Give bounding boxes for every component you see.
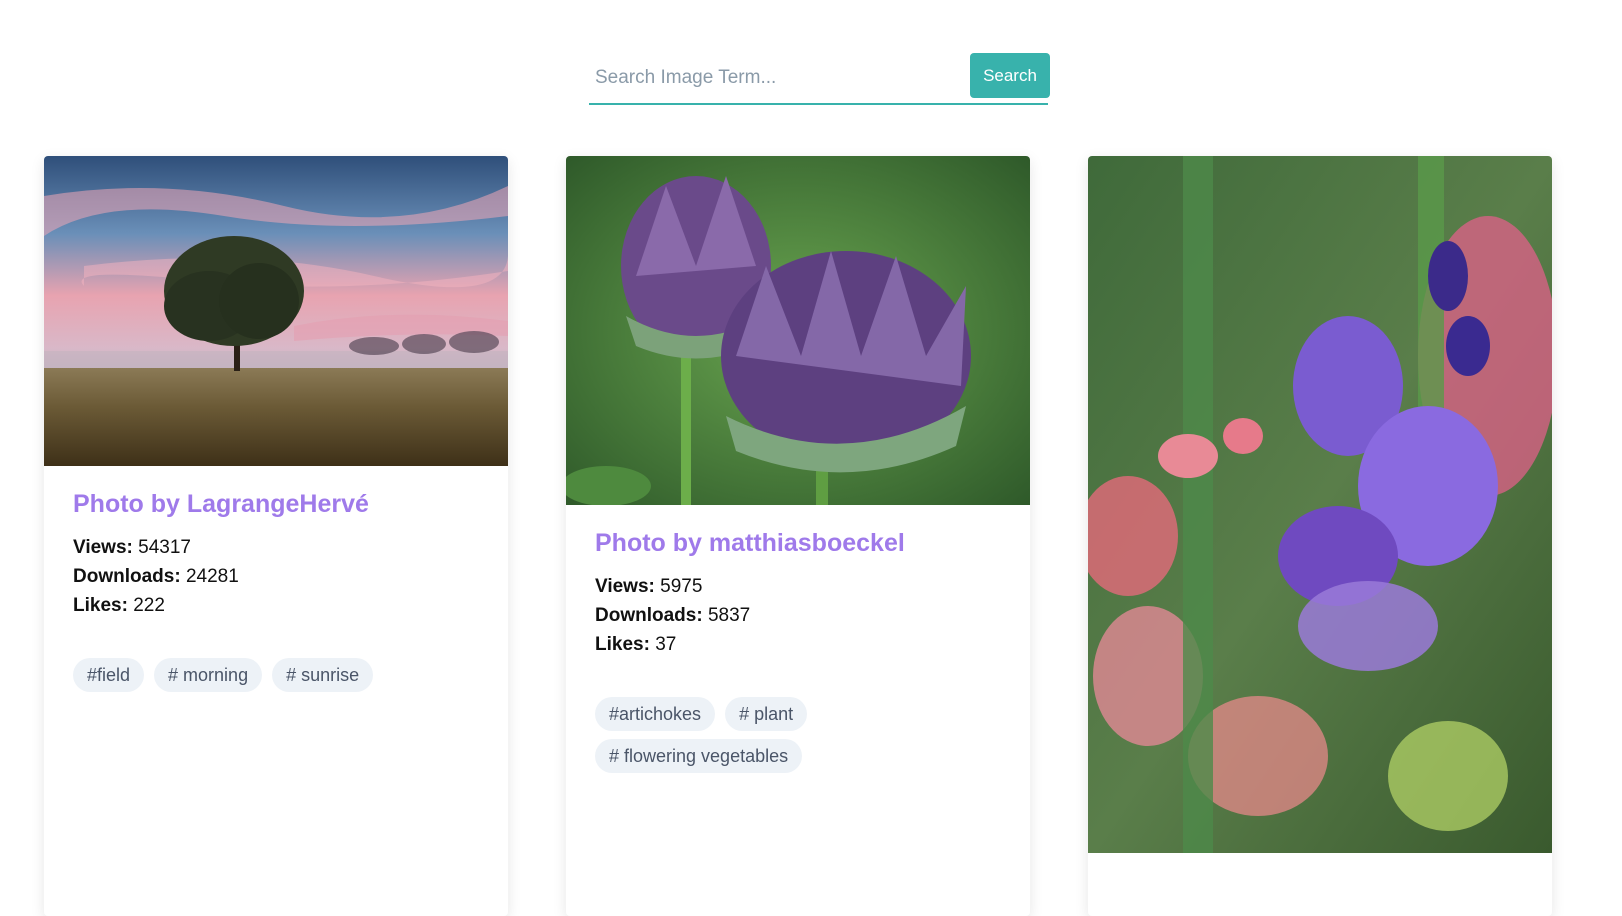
card-image-tree (44, 156, 508, 466)
views-value: 54317 (138, 537, 191, 558)
image-card: Photo by matthiasboeckel Views: 5975 Dow… (566, 156, 1030, 916)
search-form: Search (589, 53, 1050, 109)
tag: # morning (154, 658, 263, 692)
views-value: 5975 (660, 576, 703, 597)
views-stat: Views: 5975 (595, 576, 703, 597)
tag: #field (73, 658, 145, 692)
tag: # plant (725, 697, 808, 731)
search-button[interactable]: Search (970, 53, 1050, 98)
card-body: Photo by matthiasboeckel Views: 5975 Dow… (566, 505, 1030, 797)
likes-stat: Likes: 222 (73, 595, 165, 616)
card-image-gladiolus (1088, 156, 1552, 853)
image-card (1088, 156, 1552, 916)
tag-list: #artichokes # plant # flowering vegetabl… (595, 697, 1001, 773)
likes-value: 37 (655, 634, 677, 655)
card-image-artichokes (566, 156, 1030, 505)
tag: # sunrise (272, 658, 374, 692)
image-card: Photo by LagrangeHervé Views: 54317 Down… (44, 156, 508, 916)
downloads-stat: Downloads: 24281 (73, 566, 239, 587)
likes-stat: Likes: 37 (595, 634, 677, 655)
downloads-value: 5837 (707, 605, 751, 626)
card-title: Photo by LagrangeHervé (73, 490, 369, 518)
downloads-stat: Downloads: 5837 (595, 605, 751, 626)
tag-list: #field # morning # sunrise (73, 658, 479, 692)
likes-value: 222 (133, 595, 165, 616)
tag: #artichokes (595, 697, 716, 731)
downloads-value: 24281 (185, 566, 239, 587)
tag: # flowering vegetables (595, 739, 803, 773)
card-title: Photo by matthiasboeckel (595, 529, 905, 557)
card-body: Photo by LagrangeHervé Views: 54317 Down… (44, 466, 508, 716)
views-stat: Views: 54317 (73, 537, 191, 558)
